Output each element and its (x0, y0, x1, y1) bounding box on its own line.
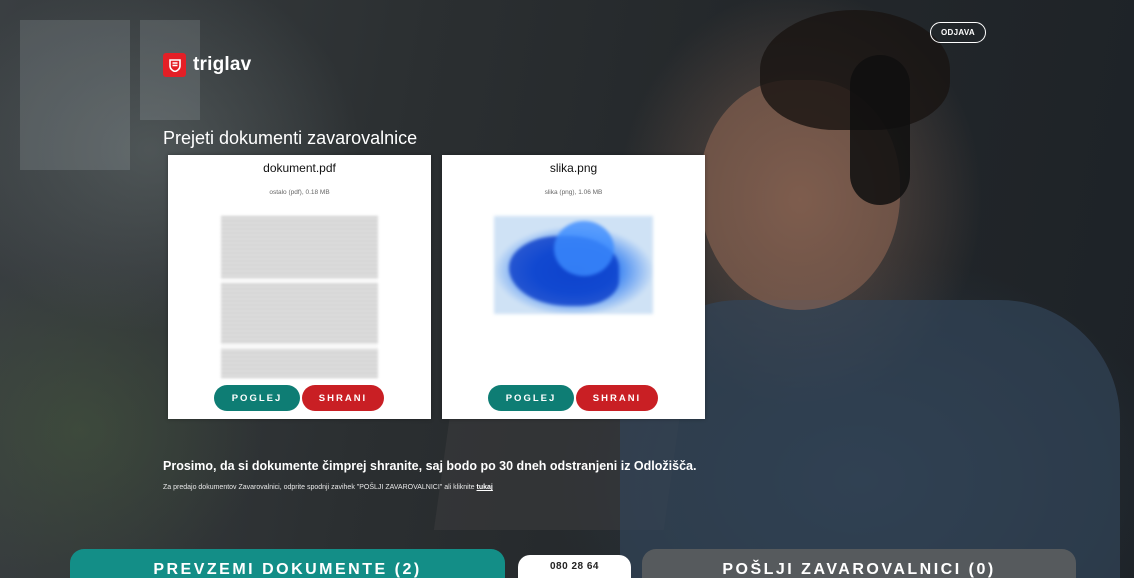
document-card-pdf: dokument.pdf ostalo (pdf), 0.18 MB POGLE… (168, 155, 431, 419)
image-thumbnail[interactable] (494, 216, 653, 314)
phone-number: 080 28 64 (518, 555, 631, 578)
send-instructions-text: Za predajo dokumentov Zavarovalnici, odp… (163, 484, 475, 491)
document-meta: ostalo (pdf), 0.18 MB (269, 189, 330, 196)
triglav-logo[interactable]: triglav (163, 53, 251, 77)
pdf-thumbnail[interactable] (221, 216, 378, 378)
send-to-insurer-tab[interactable]: POŠLJI ZAVAROVALNICI (0) (642, 549, 1076, 578)
document-card-png: slika.png slika (png), 1.06 MB POGLEJ SH… (442, 155, 705, 419)
document-name: dokument.pdf (263, 161, 336, 175)
window-light (20, 20, 130, 170)
document-meta: slika (png), 1.06 MB (544, 189, 603, 196)
headphones (850, 55, 910, 205)
brand-name: triglav (193, 54, 252, 75)
logout-button[interactable]: ODJAVA (930, 22, 986, 43)
save-button[interactable]: SHRANI (576, 385, 658, 411)
document-name: slika.png (549, 161, 598, 175)
here-link[interactable]: tukaj (477, 484, 493, 491)
view-button[interactable]: POGLEJ (214, 385, 300, 411)
send-instructions: Za predajo dokumentov Zavarovalnici, odp… (163, 484, 493, 491)
retention-notice: Prosimo, da si dokumente čimprej shranit… (163, 459, 697, 473)
page-title: Prejeti dokumenti zavarovalnice (163, 128, 418, 148)
view-button[interactable]: POGLEJ (488, 385, 574, 411)
download-documents-tab[interactable]: PREVZEMI DOKUMENTE (2) (70, 549, 505, 578)
triglav-logo-icon (163, 53, 186, 77)
save-button[interactable]: SHRANI (302, 385, 384, 411)
